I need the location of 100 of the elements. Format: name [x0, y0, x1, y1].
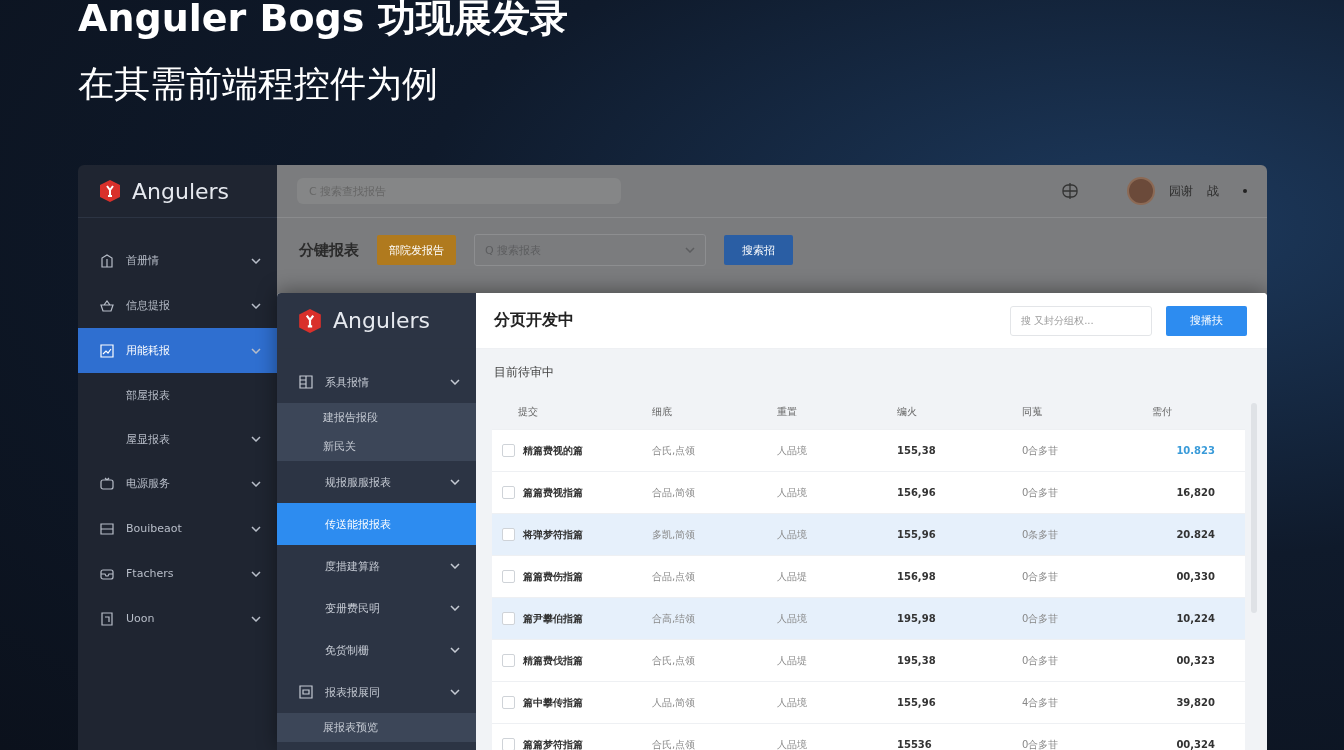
headline-subtitle: 在其需前端程控件为例 [78, 62, 438, 106]
sidebar-subitem[interactable]: 展报表预览 [277, 713, 476, 742]
table-cell: 精篇费伐指篇 [523, 654, 583, 667]
table-cell: 篇篇费视指篇 [523, 486, 583, 499]
table-cell-text: 20.824 [1176, 528, 1216, 541]
table-cell: 合氏,点领 [652, 654, 696, 667]
checkbox[interactable] [502, 612, 515, 625]
chevron-icon [450, 605, 460, 611]
table-cell: 0合多苷 [1022, 738, 1059, 750]
checkbox[interactable] [502, 486, 515, 499]
table-cell: 篇篇梦符指篇 [523, 738, 583, 750]
logo-icon [98, 179, 122, 203]
frame-icon [299, 685, 313, 699]
table-cell: 人品境 [777, 486, 807, 499]
document-icon [100, 611, 114, 626]
basket-icon [100, 298, 114, 313]
table-cell: 将弹梦符指篇 [523, 528, 583, 541]
checkbox[interactable] [502, 444, 515, 457]
user-role: 战 [1207, 182, 1219, 200]
column-header: 细底 [652, 406, 672, 418]
table-row[interactable]: 篇篇梦符指篇 合氏,点领 人品境 15536 0合多苷 00,324 [492, 724, 1245, 750]
logo-text: Angulers [132, 178, 230, 204]
table-cell: 0合多苷 [1022, 654, 1059, 667]
table-cell: 篇篇费伤指篇 [523, 570, 583, 583]
search-button[interactable]: 搜索招 [724, 235, 793, 265]
chevron-icon [251, 525, 261, 532]
checkbox[interactable] [502, 528, 515, 541]
table-cell: 15536 [897, 738, 932, 750]
sidebar-item[interactable]: 用能耗报 [78, 328, 277, 373]
table-cell: 155,96 [897, 696, 936, 709]
table-cell: 4合多苷 [1022, 696, 1059, 709]
table-row[interactable]: 精篇费伐指篇 合氏,点领 人品堤 195,38 0合多苷 00,323 [492, 640, 1245, 682]
tv-icon [100, 476, 114, 491]
chevron-icon [251, 570, 261, 577]
logo-icon [297, 307, 323, 334]
search-field[interactable]: 搜 又封分组权... [1010, 305, 1152, 336]
chevron-icon [251, 302, 261, 309]
table-cell-text: 00,324 [1176, 738, 1216, 750]
chevron-icon [450, 647, 460, 653]
table-cell: 合品,点领 [652, 570, 696, 583]
chevron-icon [251, 480, 261, 487]
column-header: 同蒐 [1022, 406, 1042, 418]
table-cell: 多凯,简领 [652, 528, 696, 541]
table-cell: 合氏,点领 [652, 738, 696, 750]
table-cell-text: 00,323 [1176, 654, 1216, 667]
sidebar-subitem[interactable]: 建报告报段 [277, 403, 476, 432]
table-cell: 人品境 [777, 528, 807, 541]
chevron-icon [450, 379, 460, 385]
table-cell: 人品境 [777, 444, 807, 457]
chevron-icon [450, 479, 460, 485]
table-cell: 195,98 [897, 612, 936, 625]
table-cell: 人品堤 [777, 654, 807, 667]
checkbox[interactable] [502, 738, 515, 750]
table-cell-text: 39,820 [1176, 696, 1216, 709]
table-row[interactable]: 篇中攀传指篇 人品,简领 人品境 155,96 4合多苷 39,820 [492, 682, 1245, 724]
chevron-icon [450, 689, 460, 695]
table-cell: 155,96 [897, 528, 936, 541]
table-cell: 篇中攀传指篇 [523, 696, 583, 709]
checkbox[interactable] [502, 654, 515, 667]
table-cell: 0合多苷 [1022, 570, 1059, 583]
globe-icon[interactable] [1061, 182, 1079, 200]
table-cell: 155,38 [897, 444, 936, 457]
user-name: 园谢 [1169, 182, 1193, 200]
table-cell: 合品,简领 [652, 486, 696, 499]
checkbox[interactable] [502, 570, 515, 583]
table-cell-text: 00,330 [1176, 570, 1216, 583]
table-cell-text: 16,820 [1176, 486, 1216, 499]
section-title: 目前待审中 [494, 363, 554, 381]
table-cell: 156,98 [897, 570, 936, 583]
table-cell: 精篇费视的篇 [523, 444, 583, 457]
logo-text: Angulers [333, 308, 431, 333]
table-cell: 195,38 [897, 654, 936, 667]
table-cell: 人品,简领 [652, 696, 696, 709]
sidebar-subitem[interactable]: 新民关 [277, 432, 476, 461]
table-row[interactable]: 篇尹攀伯指篇 合高,结领 人品境 195,98 0合多苷 10,224 [492, 598, 1245, 640]
table-row[interactable]: 篇篇费伤指篇 合品,点领 人品堤 156,98 0合多苷 00,330 [492, 556, 1245, 598]
table-cell: 人品境 [777, 738, 807, 750]
column-header: 重置 [777, 406, 797, 418]
table-row[interactable]: 精篇费视的篇 合氏,点领 人品境 155,38 0合多苷 10.823 [492, 430, 1245, 472]
menu-dot-icon[interactable] [1243, 189, 1247, 193]
table-cell: 0条多苷 [1022, 528, 1059, 541]
table-cell: 人品堤 [777, 570, 807, 583]
table-cell-text: 10,224 [1176, 612, 1216, 625]
table-row[interactable]: 将弹梦符指篇 多凯,简领 人品境 155,96 0条多苷 20.824 [492, 514, 1245, 556]
checkbox[interactable] [502, 696, 515, 709]
tray-icon [100, 521, 114, 536]
table-cell: 合氏,点领 [652, 444, 696, 457]
chevron-icon [685, 247, 695, 253]
table-cell: 篇尹攀伯指篇 [523, 612, 583, 625]
table-cell: 人品境 [777, 612, 807, 625]
avatar[interactable] [1127, 177, 1155, 205]
column-header: 编火 [897, 406, 917, 418]
table-cell: 0合多苷 [1022, 612, 1059, 625]
table-cell: 0合多苷 [1022, 486, 1059, 499]
chevron-icon [251, 615, 261, 622]
chevron-icon [251, 257, 261, 264]
page-title: 分键报表 [299, 240, 359, 260]
primary-button[interactable]: 部院发报告 [377, 235, 456, 265]
table-row[interactable]: 篇篇费视指篇 合品,简领 人品境 156,96 0合多苷 16,820 [492, 472, 1245, 514]
inbox-icon [100, 566, 114, 581]
